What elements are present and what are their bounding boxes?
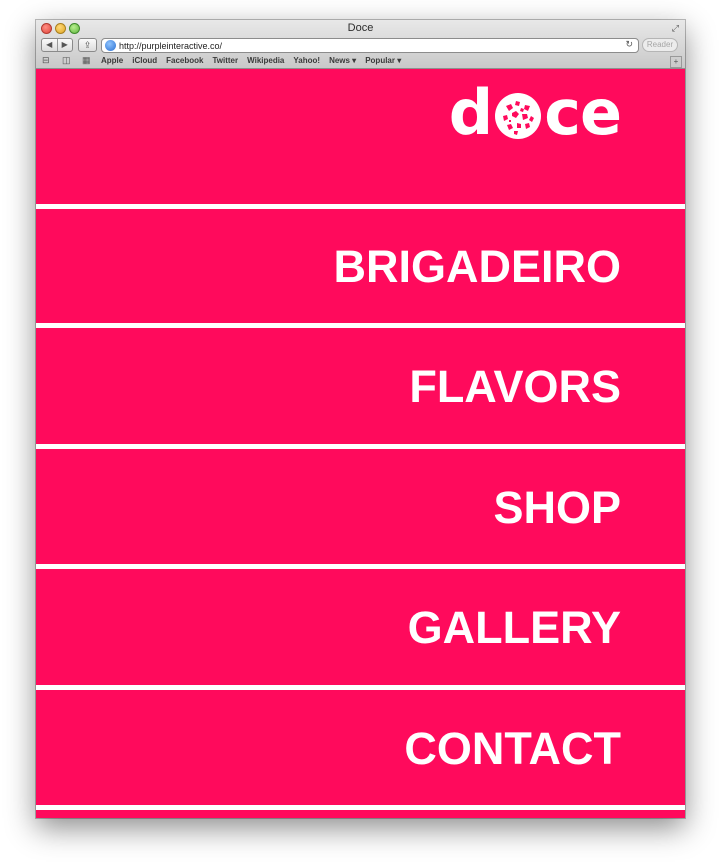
browser-window: Doce ⤢ ◀ ▶ ⇪ http://purpleinteractive.co… [36,20,685,818]
address-bar[interactable]: http://purpleinteractive.co/ ↻ [101,38,639,53]
add-tab-icon[interactable]: + [670,56,682,68]
bookmark-folder-popular[interactable]: Popular ▾ [365,54,401,68]
share-button[interactable]: ⇪ [78,38,97,52]
bookmarks-bar: ⊟ ◫ ▦ Apple iCloud Facebook Twitter Wiki… [36,54,685,68]
title-bar: Doce ⤢ [36,20,685,37]
nav-flavors[interactable]: FLAVORS [36,361,685,413]
divider [36,805,685,810]
bookmark-item[interactable]: Facebook [166,54,203,68]
history-buttons: ◀ ▶ [41,38,73,52]
divider [36,564,685,569]
bookmark-item[interactable]: Wikipedia [247,54,284,68]
divider [36,444,685,449]
window-title: Doce [347,22,374,34]
forward-button[interactable]: ▶ [58,39,73,51]
nav-gallery[interactable]: GALLERY [36,602,685,654]
reading-list-icon[interactable]: ◫ [62,55,71,66]
top-sites-icon[interactable]: ▦ [82,55,91,66]
bookmark-item[interactable]: iCloud [132,54,157,68]
divider [36,685,685,690]
divider [36,323,685,328]
sidebar-icon[interactable]: ⊟ [42,55,50,66]
logo-letters-ce: ce [544,76,622,149]
globe-icon [105,40,116,51]
bookmark-item[interactable]: Yahoo! [293,54,320,68]
nav-shop[interactable]: SHOP [36,482,685,534]
page-content: d ce BRIGADEIRO FLAVORS SHOP GALLERY CON… [36,69,685,818]
bookmark-folder-news[interactable]: News ▾ [329,54,356,68]
browser-toolbar: ◀ ▶ ⇪ http://purpleinteractive.co/ ↻ Rea… [36,37,685,54]
nav-contact[interactable]: CONTACT [36,723,685,775]
bookmark-item[interactable]: Twitter [212,54,238,68]
url-text[interactable]: http://purpleinteractive.co/ [119,40,222,52]
divider [36,204,685,209]
brigadeiro-logo-icon [495,93,542,139]
nav-brigadeiro[interactable]: BRIGADEIRO [36,241,685,293]
logo-letter-d: d [448,76,493,149]
site-logo[interactable]: d ce [448,76,622,149]
bookmark-item[interactable]: Apple [101,54,123,68]
reader-button[interactable]: Reader [642,38,678,52]
bookmark-list: Apple iCloud Facebook Twitter Wikipedia … [101,54,401,68]
reload-icon[interactable]: ↻ [625,39,633,50]
fullscreen-icon[interactable]: ⤢ [672,23,679,34]
back-button[interactable]: ◀ [42,39,58,51]
browser-chrome: Doce ⤢ ◀ ▶ ⇪ http://purpleinteractive.co… [36,20,685,69]
